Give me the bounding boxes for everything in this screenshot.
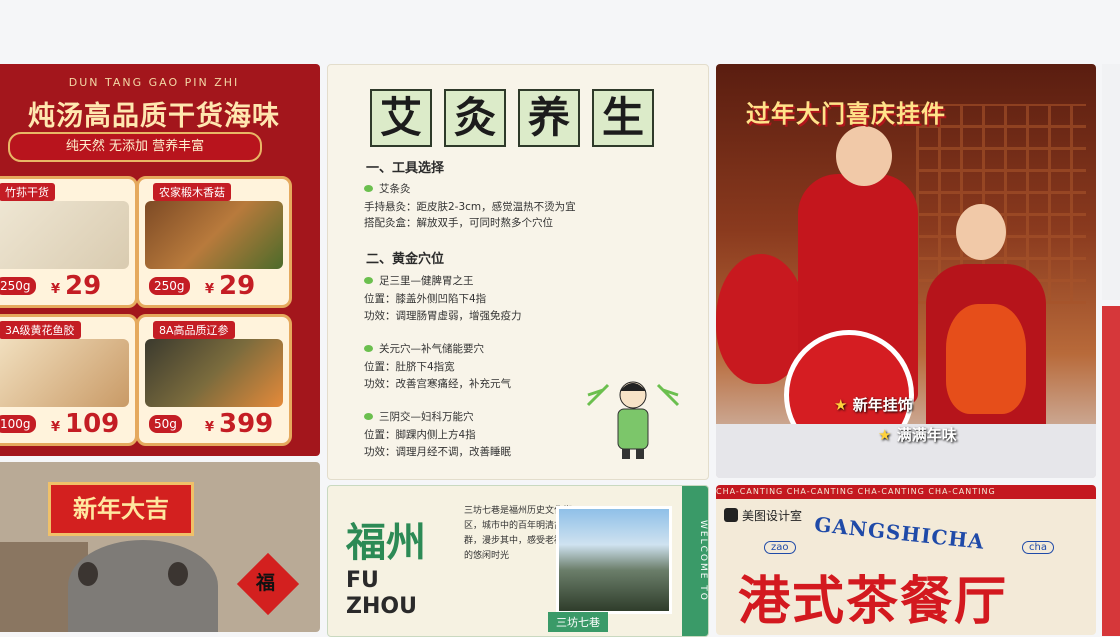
product-image [0, 339, 129, 407]
pinyin-tag: cha [1022, 541, 1054, 554]
city-english-line1: FU [346, 568, 379, 593]
leaf-icon [364, 345, 373, 352]
card-dog-new-year[interactable]: 新年大吉 福 [0, 462, 320, 632]
product-tile: 3A级黄花鱼胶 100g ¥ 109 [0, 314, 138, 446]
text-line: 位置：脚踝内侧上方4指 [364, 429, 476, 441]
partial-card[interactable] [1102, 306, 1120, 636]
travel-photo [556, 506, 672, 614]
top-bar [0, 0, 1120, 64]
card-fuzhou-travel[interactable]: 福州 FU ZHOU 三坊七巷是福州历史文化街区，城市中的百年明清古建群，漫步其… [327, 485, 709, 637]
title-char: 生 [592, 89, 654, 147]
card-title: 过年大门喜庆挂件 [746, 99, 946, 128]
title-char: 养 [518, 89, 580, 147]
card-dried-seafood[interactable]: DUN TANG GAO PIN ZHI 炖汤高品质干货海味 纯天然 无添加 营… [0, 64, 320, 456]
card-new-year-decor[interactable]: 过年大门喜庆挂件 ★ 新年挂饰 ★ 满满年味 [716, 64, 1096, 478]
dog-eye [78, 562, 98, 586]
pinyin-tag: zao [764, 541, 796, 554]
product-image [145, 201, 283, 269]
text-line: 功效：调理月经不调，改善睡眠 [364, 446, 511, 458]
child-illustration-icon [586, 381, 680, 459]
product-tile: 8A高品质辽参 50g ¥ 399 [136, 314, 292, 446]
card-subtitle: DUN TANG GAO PIN ZHI [68, 76, 240, 89]
fish-ornament [946, 304, 1026, 414]
text-line: 手持悬灸：距皮肤2-3cm，感觉温热不烫为宜 [364, 201, 576, 213]
leaf-icon [364, 413, 373, 420]
new-year-banner: 新年大吉 [48, 482, 194, 536]
place-label: 三坊七巷 [548, 612, 608, 632]
list-item: 足三里—健脾胃之王 [364, 273, 474, 288]
title-char: 艾 [370, 89, 432, 147]
tagline-banner: 纯天然 无添加 营养丰富 [8, 132, 262, 162]
text-line: 功效：调理肠胃虚弱，增强免疫力 [364, 310, 522, 322]
text-line: 功效：改善宫寒痛经，补充元气 [364, 378, 511, 390]
product-price: 29 [65, 271, 102, 301]
currency: ¥ [205, 282, 215, 297]
product-weight: 250g [149, 277, 190, 295]
product-tile: 竹荪干货 250g ¥ 29 [0, 176, 138, 308]
leaf-icon [364, 277, 373, 284]
card-hk-cafe[interactable]: CHA-CANTING CHA-CANTING CHA-CANTING CHA-… [716, 485, 1096, 635]
brand-label: 美图设计室 [724, 507, 802, 524]
product-tile: 农家椴木香菇 250g ¥ 29 [136, 176, 292, 308]
product-price: 29 [219, 271, 256, 301]
currency: ¥ [205, 420, 215, 435]
text-line: 位置：膝盖外侧凹陷下4指 [364, 293, 487, 305]
header-strip: CHA-CANTING CHA-CANTING CHA-CANTING CHA-… [716, 485, 1096, 499]
product-weight: 100g [0, 415, 36, 433]
currency: ¥ [51, 282, 61, 297]
cafe-title: 港式茶餐厅 [738, 571, 1009, 632]
card-moxibustion[interactable]: 艾 灸 养 生 一、工具选择 艾条灸 手持悬灸：距皮肤2-3cm，感觉温热不烫为… [327, 64, 709, 480]
star-icon: ★ [878, 426, 892, 444]
product-tag: 8A高品质辽参 [153, 321, 235, 339]
product-price: 399 [219, 409, 274, 439]
girl-face [836, 126, 892, 186]
section-heading: 一、工具选择 [366, 161, 445, 176]
partial-card[interactable] [1102, 64, 1120, 300]
city-chinese: 福州 [346, 519, 426, 566]
product-tag: 农家椴木香菇 [153, 183, 231, 201]
currency: ¥ [51, 420, 61, 435]
card-title: 炖汤高品质干货海味 [28, 101, 280, 132]
product-tag: 3A级黄花鱼胶 [0, 321, 81, 339]
list-item: 关元穴—补气储能要穴 [364, 341, 484, 356]
product-price: 109 [65, 409, 120, 439]
badge-label: ★ 满满年味 [878, 426, 957, 444]
boy-face [956, 204, 1006, 260]
product-image [0, 201, 129, 269]
product-weight: 50g [149, 415, 182, 433]
grid-logo-icon [724, 508, 738, 522]
product-weight: 250g [0, 277, 36, 295]
product-tag: 竹荪干货 [0, 183, 55, 201]
city-english-line2: ZHOU [346, 594, 417, 619]
text-line: 位置：肚脐下4指宽 [364, 361, 455, 373]
title-char: 灸 [444, 89, 506, 147]
dog-head [68, 540, 218, 632]
list-item: 三阴交—妇科万能穴 [364, 409, 474, 424]
section-heading: 二、黄金穴位 [366, 252, 445, 267]
badge-label: ★ 新年挂饰 [834, 396, 913, 414]
fu-character: 福 [256, 572, 276, 594]
star-icon: ★ [834, 396, 848, 414]
english-title: GANGSHICHA [813, 512, 986, 554]
welcome-strip: WELCOME TO [682, 486, 708, 636]
list-item: 艾条灸 [364, 181, 411, 196]
text-line: 搭配灸盒：解放双手，可同时熬多个穴位 [364, 217, 553, 229]
product-image [145, 339, 283, 407]
leaf-icon [364, 185, 373, 192]
dog-eye [168, 562, 188, 586]
